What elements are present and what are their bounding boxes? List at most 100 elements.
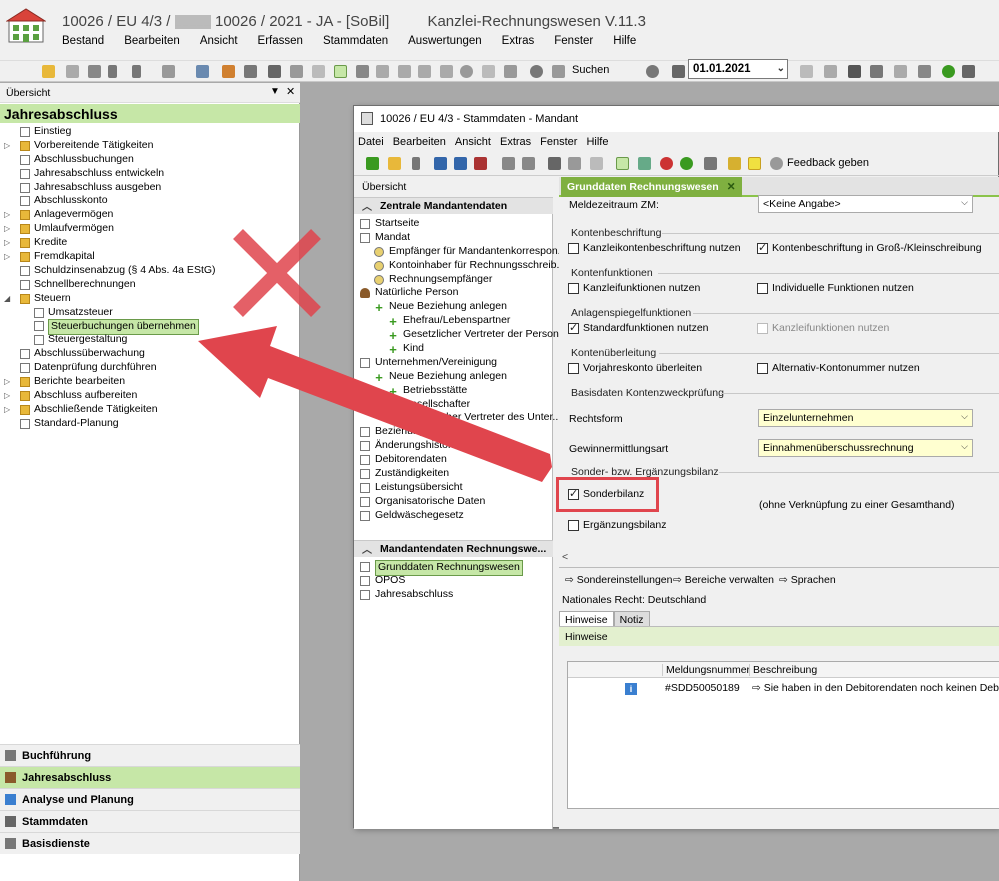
sort-icon[interactable] <box>638 157 651 170</box>
menu-hilfe[interactable]: Hilfe <box>613 35 636 51</box>
tree-item[interactable]: Rechnungsempfänger <box>354 273 553 287</box>
tree-item[interactable]: Abschlussbuchungen <box>0 153 300 167</box>
rechtsform-select[interactable]: Einzelunternehmen ⌵ <box>758 409 973 427</box>
tree-item[interactable]: Startseite <box>354 217 553 231</box>
tree-item[interactable]: Empfänger für Mandantenkorrespon... <box>354 245 566 259</box>
arrow-up-icon[interactable] <box>108 65 117 78</box>
chevron-down-icon[interactable]: ⌄ <box>777 63 785 74</box>
tree-item[interactable]: Geldwäschegesetz <box>354 509 553 523</box>
copy-icon[interactable] <box>290 65 303 78</box>
phone-icon[interactable] <box>848 65 861 78</box>
tab-hinweise[interactable]: Hinweise <box>559 611 614 627</box>
tree-item[interactable]: Schnellberechnungen <box>0 278 300 292</box>
open-icon[interactable] <box>388 157 401 170</box>
tree-item[interactable]: Jahresabschluss entwickeln <box>0 167 300 181</box>
tree-item[interactable]: ▷ Anlagevermögen <box>0 208 300 222</box>
tree-item[interactable]: + Gesetzlicher Vertreter der Person <box>354 328 559 342</box>
menu-extras[interactable]: Extras <box>500 136 531 148</box>
expand-icon[interactable]: ▷ <box>4 208 10 222</box>
menu-fenster[interactable]: Fenster <box>540 136 577 148</box>
tree-item[interactable]: Jahresabschluss ausgeben <box>0 181 300 195</box>
individuelle-checkbox[interactable] <box>757 283 768 294</box>
expand-icon[interactable]: ▷ <box>4 236 10 250</box>
expand-icon[interactable]: ▷ <box>4 139 10 153</box>
expand-icon[interactable]: ▷ <box>4 375 10 389</box>
nav-item[interactable]: Analyse und Planung <box>0 788 300 810</box>
back-icon[interactable] <box>412 157 420 170</box>
tree-item[interactable]: + Kind <box>354 342 553 356</box>
tree-item[interactable]: Unternehmen/Vereinigung <box>354 356 553 370</box>
column-beschreibung[interactable]: Beschreibung <box>749 664 817 676</box>
search-icon[interactable] <box>530 65 543 78</box>
menu-fenster[interactable]: Fenster <box>554 35 593 51</box>
tree-item[interactable]: + Gesetzlicher Vertreter des Unter... <box>354 411 561 425</box>
menu-hilfe[interactable]: Hilfe <box>586 136 608 148</box>
tree-item[interactable]: ▷ Abschluss aufbereiten <box>0 389 300 403</box>
vorjahreskonto-checkbox[interactable] <box>568 363 579 374</box>
kanzleifunktionen-checkbox[interactable] <box>568 283 579 294</box>
help-icon[interactable] <box>942 65 955 78</box>
window-icon[interactable] <box>162 65 175 78</box>
nav-item[interactable]: Buchführung <box>0 744 300 766</box>
tree-item[interactable]: Schuldzinsenabzug (§ 4 Abs. 4a EStG) <box>0 264 300 278</box>
box-icon[interactable] <box>482 65 495 78</box>
sticky-icon[interactable] <box>748 157 761 170</box>
close-icon[interactable]: ✕ <box>727 181 736 193</box>
refresh-icon[interactable] <box>646 65 659 78</box>
paste-icon[interactable] <box>312 65 325 78</box>
tree-item[interactable]: Datenprüfung durchführen <box>0 361 300 375</box>
tree-item[interactable]: + Neue Beziehung anlegen <box>354 300 553 314</box>
table-cell-beschreibung[interactable]: ⇨ Sie haben in den Debitorendaten noch k… <box>752 682 999 694</box>
cut-icon[interactable] <box>268 65 281 78</box>
expand-icon[interactable]: ▷ <box>4 389 10 403</box>
chevron-up-icon[interactable]: ︿ <box>362 198 372 213</box>
tree-item[interactable]: OPOS <box>354 574 553 588</box>
gewinnermittlung-select[interactable]: Einnahmenüberschussrechnung ⌵ <box>758 439 973 457</box>
undo-icon[interactable] <box>502 157 515 170</box>
tree-item[interactable]: ◢ Steuern <box>0 292 300 306</box>
tree-item[interactable]: Jahresabschluss <box>354 588 553 602</box>
tree-item[interactable]: Abschlusskonto <box>0 194 300 208</box>
new-icon[interactable] <box>366 157 379 170</box>
meldezeitraum-select[interactable]: <Keine Angabe> ⌵ <box>758 195 973 213</box>
delete-icon[interactable] <box>474 157 487 170</box>
alternativ-checkbox[interactable] <box>757 363 768 374</box>
kanzleikonten-checkbox[interactable] <box>568 243 579 254</box>
sheet-icon[interactable] <box>824 65 837 78</box>
menu-ansicht[interactable]: Ansicht <box>455 136 491 148</box>
tree-item[interactable]: + Gesellschafter <box>354 398 553 412</box>
nav-item[interactable]: Stammdaten <box>0 810 300 832</box>
section-zentrale[interactable]: ︿ Zentrale Mandantendaten <box>354 197 553 214</box>
tree-item[interactable]: Standard-Planung <box>0 417 300 431</box>
tree-item[interactable]: ▷ Abschließende Tätigkeiten <box>0 403 300 417</box>
cut-icon[interactable] <box>548 157 561 170</box>
tree-item[interactable]: Mandat <box>354 231 553 245</box>
lex-icon[interactable] <box>704 157 717 170</box>
pin-icon[interactable]: ▼ <box>270 86 280 97</box>
grossklein-checkbox[interactable] <box>757 241 768 254</box>
tree-item[interactable]: Leistungsübersicht <box>354 481 553 495</box>
menu-datei[interactable]: Datei <box>358 136 384 148</box>
print-icon[interactable] <box>88 65 101 78</box>
tree-item[interactable]: Steuerbuchungen übernehmen <box>0 319 300 336</box>
date-icon[interactable] <box>800 65 813 78</box>
tree-icon[interactable] <box>334 65 347 78</box>
sonderbilanz-checkbox[interactable] <box>568 487 579 500</box>
table-icon[interactable] <box>398 65 411 78</box>
tree-item[interactable]: Beziehungsübersicht <box>354 425 553 439</box>
stop-icon[interactable] <box>660 157 673 170</box>
menu-bearbeiten[interactable]: Bearbeiten <box>393 136 446 148</box>
standardfunktionen-checkbox[interactable] <box>568 321 579 334</box>
tree-item[interactable]: Debitorendaten <box>354 453 553 467</box>
calc-icon[interactable] <box>440 65 453 78</box>
list-icon[interactable] <box>418 65 431 78</box>
menu-ansicht[interactable]: Ansicht <box>200 35 238 51</box>
help-icon[interactable] <box>680 157 693 170</box>
connect-icon[interactable] <box>244 65 257 78</box>
column-meldungsnummer[interactable]: Meldungsnummer <box>662 664 750 676</box>
paste-icon[interactable] <box>590 157 603 170</box>
menu-extras[interactable]: Extras <box>502 35 535 51</box>
link-icon[interactable] <box>552 65 565 78</box>
section-rechnungswesen[interactable]: ︿ Mandantendaten Rechnungswe... <box>354 540 553 557</box>
nav-item[interactable]: Basisdienste <box>0 832 300 854</box>
